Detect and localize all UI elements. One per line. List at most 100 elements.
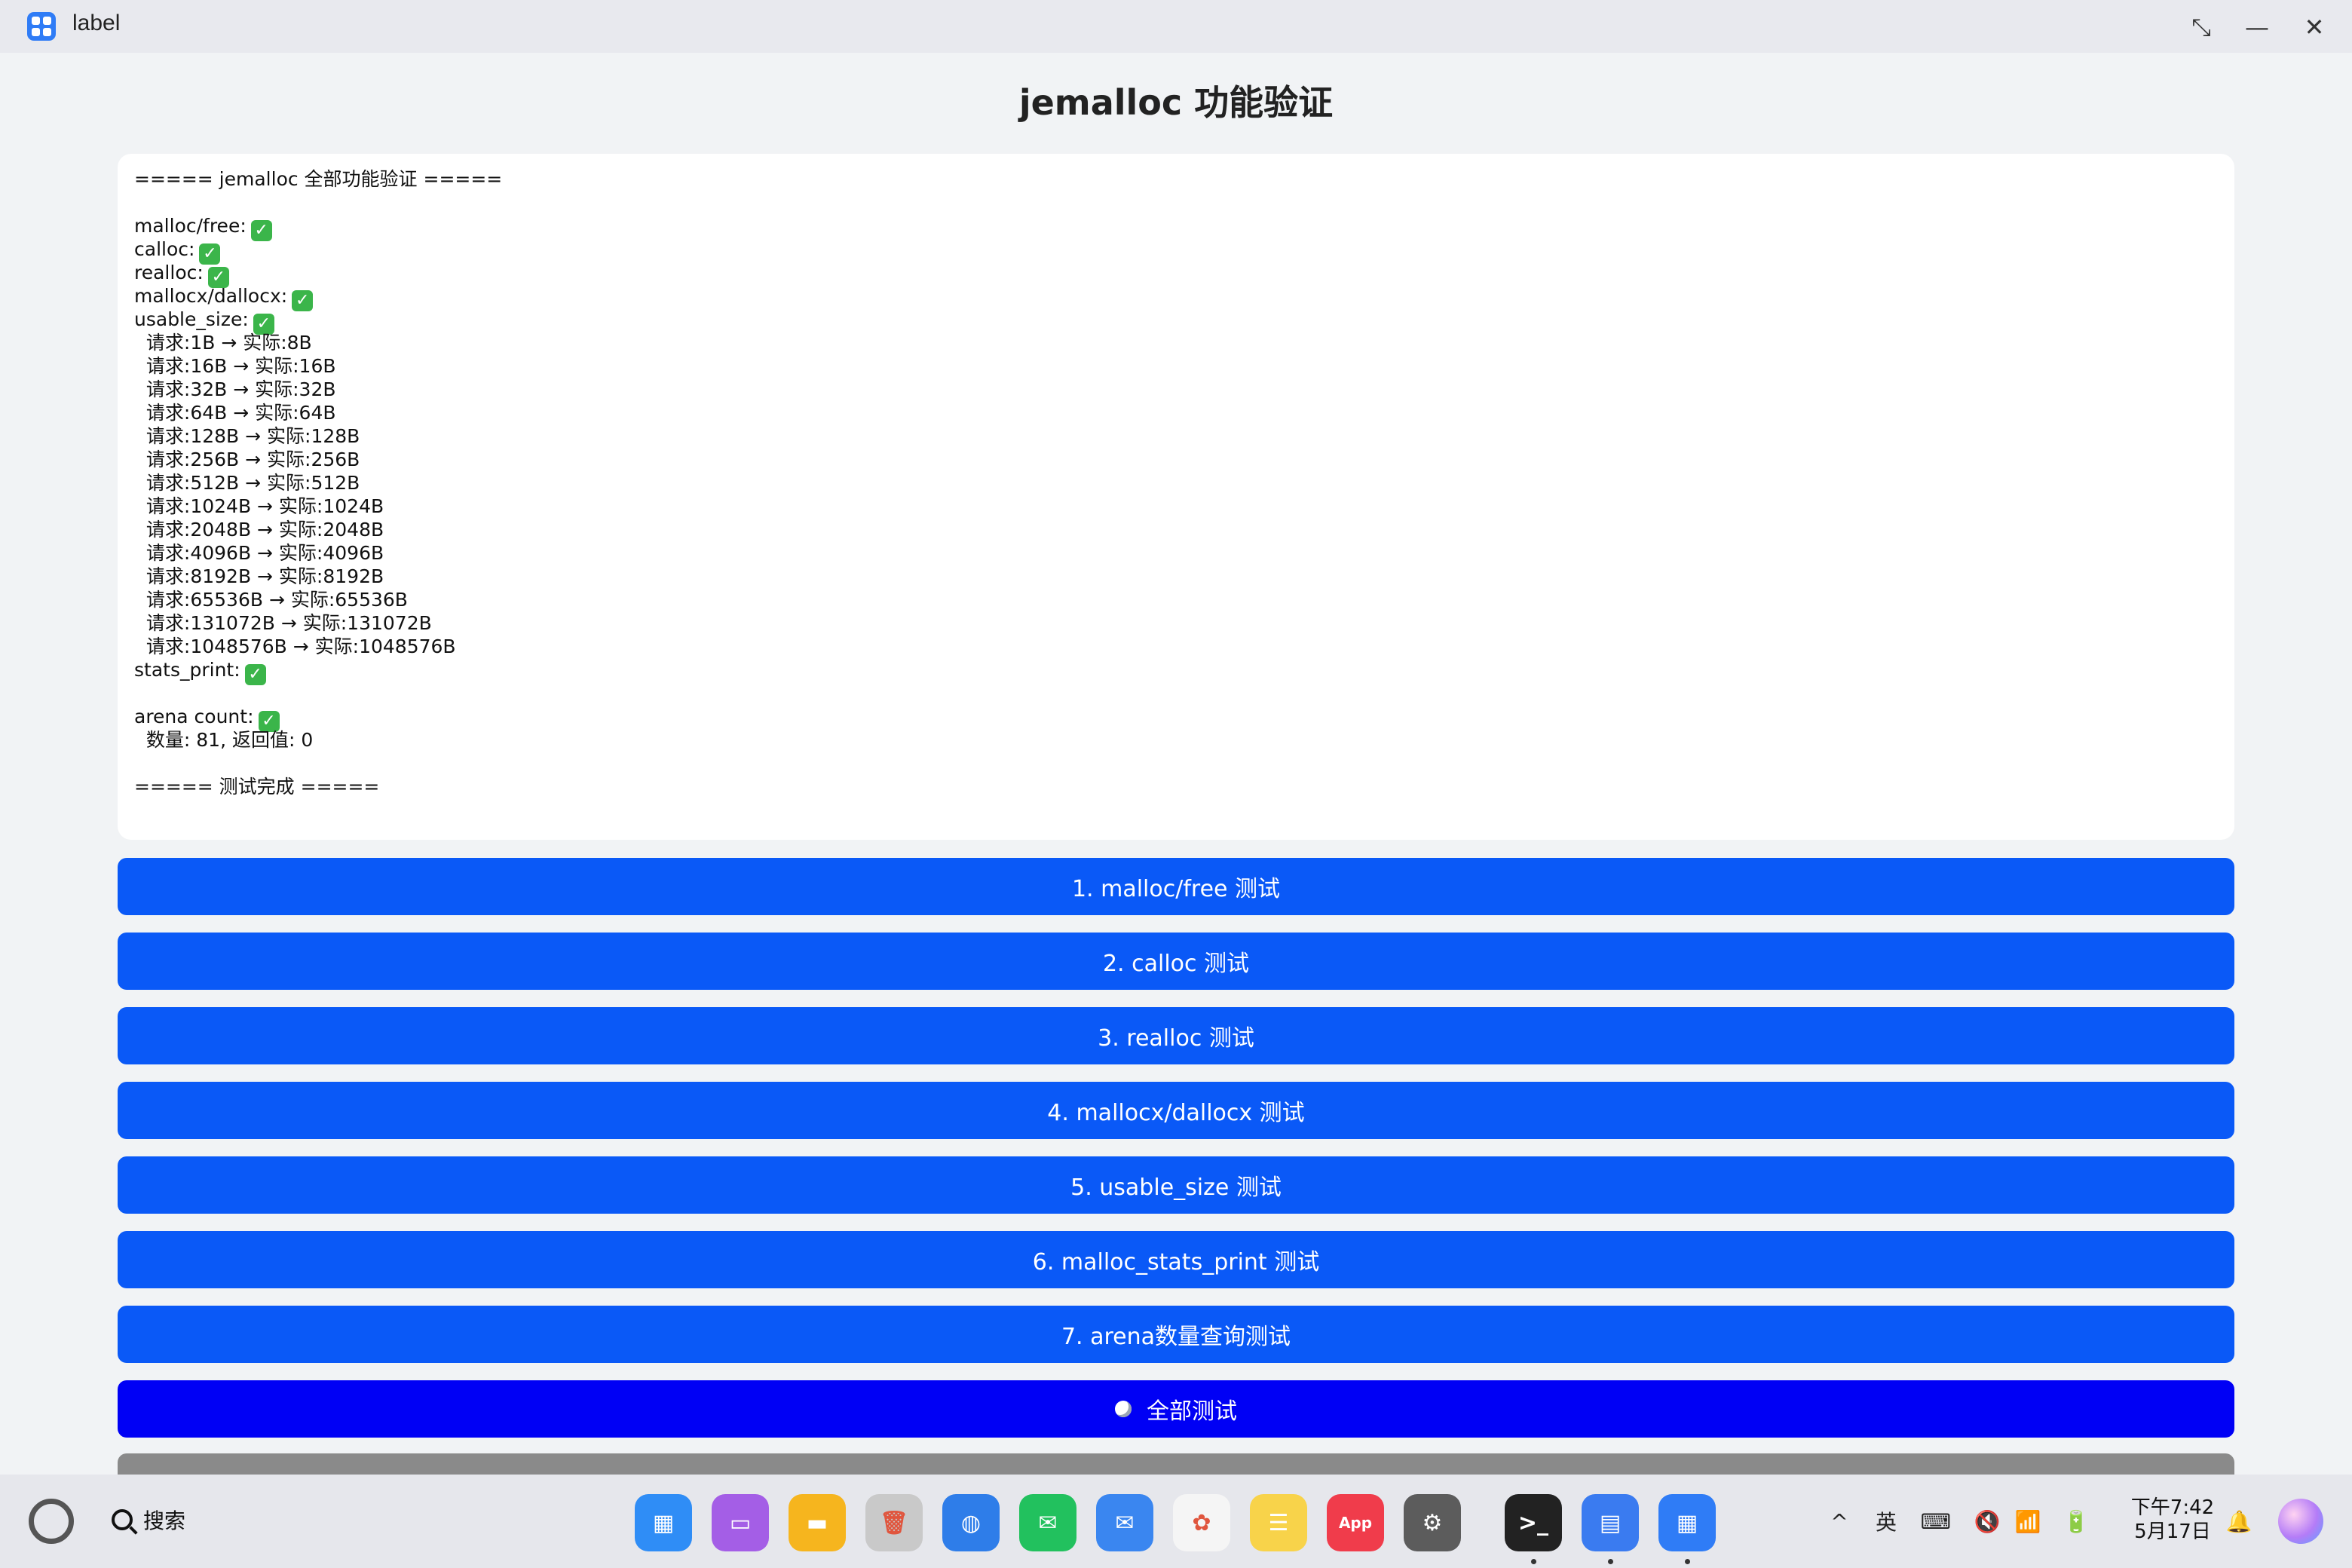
close-icon[interactable]: ✕	[2298, 11, 2331, 44]
wifi-icon[interactable]: 📶	[2011, 1505, 2044, 1538]
calloc-test-button[interactable]: 2. calloc 测试	[118, 933, 2234, 990]
output-panel: ===== jemalloc 全部功能验证 ===== malloc/free: ✓…	[118, 154, 2234, 840]
running-indicator	[1685, 1559, 1690, 1564]
output-line: 请求:8192B → 实际:8192B	[134, 565, 2218, 588]
run-all-tests-button[interactable]: 全部测试	[118, 1380, 2234, 1438]
realloc-test-button[interactable]: 3. realloc 测试	[118, 1007, 2234, 1064]
start-icon[interactable]	[29, 1499, 74, 1544]
output-line-text: 请求:2048B → 实际:2048B	[134, 519, 384, 541]
output-line: ===== jemalloc 全部功能验证 =====	[134, 167, 2218, 191]
output-line-text: 请求:256B → 实际:256B	[134, 449, 360, 470]
app-icon	[27, 12, 56, 41]
output-line-text: 请求:16B → 实际:16B	[134, 355, 336, 377]
taskbar-search[interactable]: 搜索	[112, 1505, 185, 1535]
battery-icon[interactable]: 🔋	[2060, 1505, 2093, 1538]
button-label: 2. calloc 测试	[1102, 951, 1250, 977]
running-indicator	[1531, 1559, 1536, 1564]
output-line: 请求:64B → 实际:64B	[134, 401, 2218, 424]
output-line-text: 请求:32B → 实际:32B	[134, 378, 336, 400]
output-line-text: arena count:	[134, 706, 254, 727]
clock[interactable]: 下午7:42 5月17日	[2126, 1496, 2219, 1544]
output-line: ===== 测试完成 =====	[134, 775, 2218, 798]
malloc-free-test-button[interactable]: 1. malloc/free 测试	[118, 858, 2234, 915]
arena-count-test-button[interactable]: 7. arena数量查询测试	[118, 1306, 2234, 1363]
output-line-text: 请求:64B → 实际:64B	[134, 402, 336, 424]
button-label: 5. usable_size 测试	[1070, 1174, 1282, 1201]
button-label: 3. realloc 测试	[1098, 1025, 1254, 1052]
button-label: 7. arena数量查询测试	[1061, 1324, 1291, 1350]
output-line: realloc: ✓	[134, 261, 2218, 288]
output-line: 请求:131072B → 实际:131072B	[134, 611, 2218, 635]
usable-size-test-button[interactable]: 5. usable_size 测试	[118, 1156, 2234, 1214]
mail-icon[interactable]: ✉	[1096, 1494, 1153, 1551]
output-line: 请求:512B → 实际:512B	[134, 471, 2218, 495]
assistant-icon[interactable]	[2278, 1499, 2323, 1544]
dock-glyph: ☰	[1268, 1509, 1289, 1536]
output-line-text: calloc:	[134, 238, 195, 260]
terminal-icon[interactable]: >_	[1505, 1494, 1562, 1551]
output-line-text: ===== 测试完成 =====	[134, 776, 380, 798]
notification-icon[interactable]: 🔔	[2222, 1505, 2256, 1538]
ime-indicator[interactable]: 英	[1871, 1505, 1901, 1538]
output-line-text: mallocx/dallocx:	[134, 285, 288, 307]
dock-glyph: ▭	[729, 1509, 752, 1536]
output-line-text: 请求:1B → 实际:8B	[134, 332, 312, 354]
search-icon	[112, 1509, 133, 1530]
volume-muted-icon[interactable]: 🔇	[1971, 1505, 2004, 1538]
output-line-text: 请求:1024B → 实际:1024B	[134, 495, 384, 517]
keyboard-icon[interactable]: ⌨	[1919, 1505, 1952, 1538]
notes-icon[interactable]: ☰	[1250, 1494, 1307, 1551]
dock-glyph: ✿	[1192, 1509, 1211, 1536]
minimize-icon[interactable]: —	[2240, 11, 2274, 44]
dock-glyph: ▦	[1676, 1509, 1698, 1536]
files-icon[interactable]: ▬	[789, 1494, 846, 1551]
dock-glyph: ✉	[1038, 1509, 1058, 1536]
dock-glyph: ▬	[806, 1509, 828, 1536]
output-line-text: realloc:	[134, 262, 204, 283]
document-icon[interactable]: ▤	[1582, 1494, 1639, 1551]
browser-icon[interactable]: ◍	[942, 1494, 1000, 1551]
settings-icon[interactable]: ⚙	[1404, 1494, 1461, 1551]
launcher-icon[interactable]: ▦	[635, 1494, 692, 1551]
window-title: label	[72, 11, 121, 35]
output-line: 请求:16B → 实际:16B	[134, 354, 2218, 378]
dock-glyph: >_	[1517, 1509, 1549, 1536]
title-bar: label ⤡ — ✕	[0, 0, 2352, 53]
running-indicator	[1608, 1559, 1613, 1564]
dock-glyph: ◍	[960, 1509, 982, 1536]
recycle-bin-icon[interactable]: 🗑	[865, 1494, 923, 1551]
output-line: calloc: ✓	[134, 237, 2218, 265]
output-line: 请求:1B → 实际:8B	[134, 331, 2218, 354]
check-mark-icon: ✓	[244, 664, 266, 685]
restore-icon[interactable]: ⤡	[2185, 11, 2218, 44]
page-title: jemalloc 功能验证	[1018, 82, 1334, 123]
button-label: 1. malloc/free 测试	[1071, 876, 1281, 902]
output-line-text: 请求:4096B → 实际:4096B	[134, 542, 384, 564]
label-app-icon[interactable]: ▦	[1658, 1494, 1716, 1551]
output-line: malloc/free: ✓	[134, 214, 2218, 241]
rocket-icon	[1115, 1401, 1132, 1417]
output-line-text: 请求:1048576B → 实际:1048576B	[134, 635, 456, 657]
dock-glyph: App	[1338, 1514, 1373, 1532]
wechat-icon[interactable]: ✉	[1019, 1494, 1076, 1551]
malloc-stats-print-test-button[interactable]: 6. malloc_stats_print 测试	[118, 1231, 2234, 1288]
button-label: 全部测试	[1147, 1398, 1237, 1425]
clock-date: 5月17日	[2134, 1521, 2211, 1543]
dock-glyph: ▦	[652, 1509, 675, 1536]
output-line: 请求:65536B → 实际:65536B	[134, 588, 2218, 611]
multitask-icon[interactable]: ▭	[712, 1494, 769, 1551]
output-line-text: stats_print:	[134, 659, 240, 681]
output-line-text: 数量: 81, 返回值: 0	[134, 729, 314, 751]
app-gallery-icon[interactable]: App	[1327, 1494, 1384, 1551]
chevron-up-icon[interactable]: ^	[1824, 1505, 1854, 1538]
output-line-text: usable_size:	[134, 308, 249, 330]
mallocx-dallocx-test-button[interactable]: 4. mallocx/dallocx 测试	[118, 1082, 2234, 1139]
output-line-text: 请求:512B → 实际:512B	[134, 472, 360, 494]
output-line-text: malloc/free:	[134, 215, 247, 237]
button-label: 6. malloc_stats_print 测试	[1032, 1249, 1320, 1276]
dock-glyph: 🗑	[879, 1509, 909, 1536]
photos-icon[interactable]: ✿	[1173, 1494, 1230, 1551]
